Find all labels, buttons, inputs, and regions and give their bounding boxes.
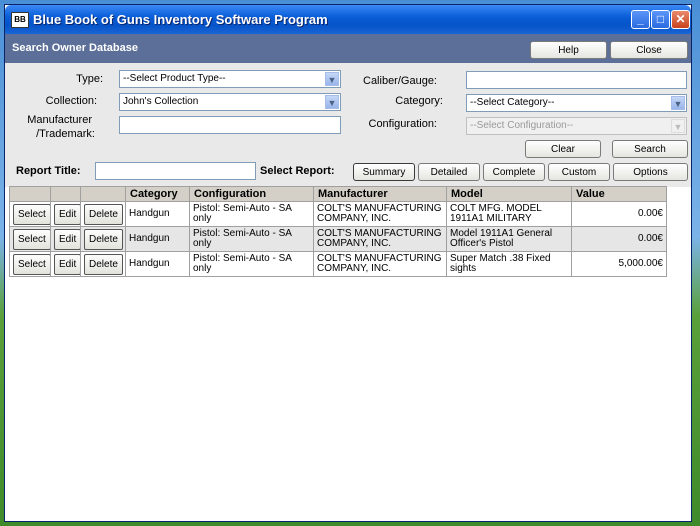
report-title-input[interactable] xyxy=(95,162,256,180)
clear-button[interactable]: Clear xyxy=(525,140,601,158)
caliber-label: Caliber/Gauge: xyxy=(363,75,437,87)
title-bar[interactable]: BB Blue Book of Guns Inventory Software … xyxy=(5,5,691,34)
select-button[interactable]: Select xyxy=(13,253,50,275)
complete-report-button[interactable]: Complete xyxy=(483,163,545,181)
edit-button[interactable]: Edit xyxy=(54,228,80,250)
cell-category: Handgun xyxy=(125,201,190,227)
manufacturer-input[interactable] xyxy=(119,116,341,134)
header-category: Category xyxy=(125,186,190,202)
cell-configuration: Pistol: Semi-Auto - SA only xyxy=(189,201,314,227)
category-select-value: --Select Category-- xyxy=(470,97,555,108)
category-label: Category: xyxy=(395,95,443,107)
header-bar: Search Owner Database Help Close xyxy=(5,34,691,63)
type-label: Type: xyxy=(76,73,103,85)
close-icon[interactable]: ✕ xyxy=(671,10,690,29)
header-edit-col xyxy=(50,186,81,202)
app-logo-icon: BB xyxy=(11,12,29,28)
edit-button[interactable]: Edit xyxy=(54,253,80,275)
search-button[interactable]: Search xyxy=(612,140,688,158)
cell-value: 0.00€ xyxy=(571,201,667,227)
cell-model: COLT MFG. MODEL 1911A1 MILITARY xyxy=(446,201,572,227)
table-row: Select Edit Delete Handgun Pistol: Semi-… xyxy=(9,226,667,252)
chevron-down-icon[interactable]: ▼ xyxy=(671,96,685,110)
collection-select[interactable]: John's Collection ▼ xyxy=(119,93,341,111)
search-form: Type: --Select Product Type-- ▼ Collecti… xyxy=(5,63,691,187)
cell-manufacturer: COLT'S MANUFACTURING COMPANY, INC. xyxy=(313,251,447,277)
header-configuration: Configuration xyxy=(189,186,314,202)
options-button[interactable]: Options xyxy=(613,163,688,181)
cell-category: Handgun xyxy=(125,226,190,252)
help-button[interactable]: Help xyxy=(530,41,607,59)
summary-report-button[interactable]: Summary xyxy=(353,163,415,181)
window-title: Blue Book of Guns Inventory Software Pro… xyxy=(33,12,328,27)
app-window: BB Blue Book of Guns Inventory Software … xyxy=(4,4,692,522)
caliber-input[interactable] xyxy=(466,71,687,89)
header-select-col xyxy=(9,186,51,202)
collection-label: Collection: xyxy=(45,95,97,107)
table-row: Select Edit Delete Handgun Pistol: Semi-… xyxy=(9,201,667,227)
detailed-report-button[interactable]: Detailed xyxy=(418,163,480,181)
cell-configuration: Pistol: Semi-Auto - SA only xyxy=(189,226,314,252)
header-delete-col xyxy=(80,186,126,202)
cell-category: Handgun xyxy=(125,251,190,277)
custom-report-button[interactable]: Custom xyxy=(548,163,610,181)
select-button[interactable]: Select xyxy=(13,203,50,225)
cell-configuration: Pistol: Semi-Auto - SA only xyxy=(189,251,314,277)
close-button[interactable]: Close xyxy=(610,41,688,59)
cell-model: Model 1911A1 General Officer's Pistol xyxy=(446,226,572,252)
cell-value: 5,000.00€ xyxy=(571,251,667,277)
chevron-down-icon[interactable]: ▼ xyxy=(325,72,339,86)
minimize-icon[interactable]: _ xyxy=(631,10,650,29)
cell-manufacturer: COLT'S MANUFACTURING COMPANY, INC. xyxy=(313,201,447,227)
cell-manufacturer: COLT'S MANUFACTURING COMPANY, INC. xyxy=(313,226,447,252)
results-table: Category Configuration Manufacturer Mode… xyxy=(9,186,667,277)
table-row: Select Edit Delete Handgun Pistol: Semi-… xyxy=(9,251,667,277)
category-select[interactable]: --Select Category-- ▼ xyxy=(466,94,687,112)
delete-button[interactable]: Delete xyxy=(84,228,123,250)
delete-button[interactable]: Delete xyxy=(84,253,123,275)
report-title-label: Report Title: xyxy=(16,165,81,177)
select-report-label: Select Report: xyxy=(260,165,335,177)
configuration-select[interactable]: --Select Configuration-- ▼ xyxy=(466,117,687,135)
table-header-row: Category Configuration Manufacturer Mode… xyxy=(9,186,667,202)
cell-model: Super Match .38 Fixed sights xyxy=(446,251,572,277)
configuration-select-value: --Select Configuration-- xyxy=(470,120,574,131)
chevron-down-icon: ▼ xyxy=(671,119,685,133)
manufacturer-label-line1: Manufacturer xyxy=(27,114,92,126)
collection-select-value: John's Collection xyxy=(123,96,199,107)
header-manufacturer: Manufacturer xyxy=(313,186,447,202)
header-value: Value xyxy=(571,186,667,202)
configuration-label: Configuration: xyxy=(368,118,438,130)
manufacturer-label-line2: /Trademark: xyxy=(36,128,95,140)
chevron-down-icon[interactable]: ▼ xyxy=(325,95,339,109)
type-select[interactable]: --Select Product Type-- ▼ xyxy=(119,70,341,88)
select-button[interactable]: Select xyxy=(13,228,50,250)
header-model: Model xyxy=(446,186,572,202)
type-select-value: --Select Product Type-- xyxy=(123,73,226,84)
maximize-icon[interactable]: □ xyxy=(651,10,670,29)
cell-value: 0.00€ xyxy=(571,226,667,252)
delete-button[interactable]: Delete xyxy=(84,203,123,225)
edit-button[interactable]: Edit xyxy=(54,203,80,225)
page-title: Search Owner Database xyxy=(12,42,138,54)
